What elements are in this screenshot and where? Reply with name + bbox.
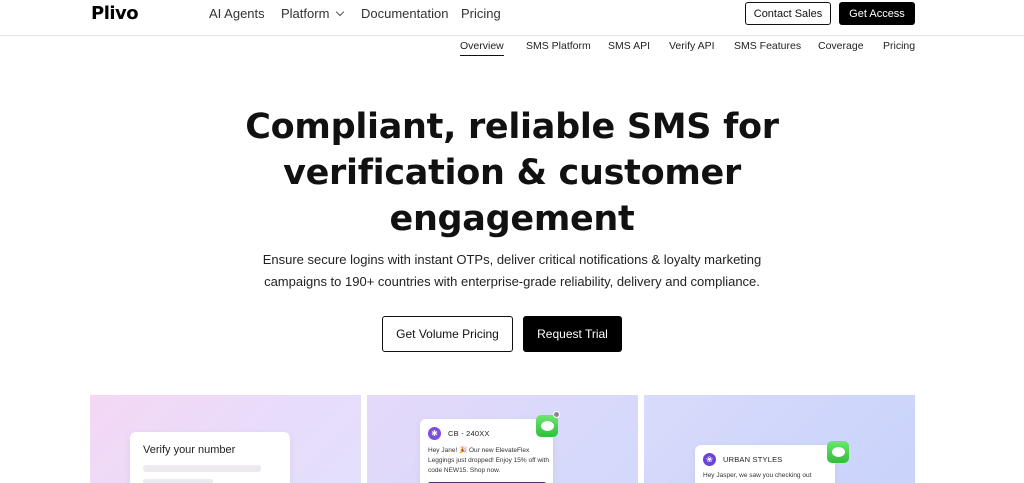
- chevron-down-icon: [336, 7, 345, 17]
- nav-link-pricing[interactable]: Pricing: [461, 6, 501, 21]
- hero-title: Compliant, reliable SMS for verification…: [0, 104, 1024, 242]
- request-trial-button[interactable]: Request Trial: [523, 316, 622, 352]
- get-access-button[interactable]: Get Access: [839, 2, 915, 25]
- sms-message-header: ✱ CB - 240XX: [428, 427, 490, 440]
- input-placeholder-bar: [143, 479, 213, 483]
- subnav-item-pricing[interactable]: Pricing: [883, 40, 915, 52]
- contact-sales-button[interactable]: Contact Sales: [745, 2, 831, 25]
- hero-subtitle-line-1: Ensure secure logins with instant OTPs, …: [262, 252, 762, 267]
- sender-name: CB - 240XX: [448, 429, 490, 438]
- hero-title-line-2: verification & customer: [283, 153, 741, 193]
- sender-avatar-icon: ❀: [703, 453, 716, 466]
- subnav-item-overview[interactable]: Overview: [460, 40, 504, 56]
- promo-sms-card: ✱ CB - 240XX Hey Jane! 🎉 Our new Elevate…: [367, 395, 638, 483]
- nav-link-platform[interactable]: Platform: [281, 6, 345, 21]
- sms-message-header: ❀ URBAN STYLES: [703, 453, 783, 466]
- subnav-item-sms-features[interactable]: SMS Features: [734, 40, 801, 52]
- subnav-item-sms-api[interactable]: SMS API: [608, 40, 650, 52]
- hero-title-line-1: Compliant, reliable SMS for: [245, 107, 779, 147]
- sub-nav: Overview SMS Platform SMS API Verify API…: [0, 40, 1024, 58]
- subnav-item-sms-platform[interactable]: SMS Platform: [526, 40, 591, 52]
- hero-subtitle: Ensure secure logins with instant OTPs, …: [0, 249, 1024, 293]
- nav-link-platform-label: Platform: [281, 6, 330, 21]
- hero-title-line-3: engagement: [389, 199, 635, 239]
- verify-panel: Verify your number: [130, 432, 290, 483]
- sender-avatar-icon: ✱: [428, 427, 441, 440]
- subnav-item-coverage[interactable]: Coverage: [818, 40, 864, 52]
- brand-sms-card: ❀ URBAN STYLES Hey Jasper, we saw you ch…: [644, 395, 915, 483]
- verify-card: Verify your number: [90, 395, 361, 483]
- nav-link-documentation[interactable]: Documentation: [361, 6, 448, 21]
- sms-message: ❀ URBAN STYLES Hey Jasper, we saw you ch…: [695, 445, 835, 483]
- notification-dot-icon: [553, 411, 560, 418]
- imessage-icon: [827, 441, 849, 463]
- subnav-item-verify-api[interactable]: Verify API: [669, 40, 715, 52]
- hero-subtitle-line-2: campaigns to 190+ countries with enterpr…: [264, 274, 760, 289]
- sms-message-body: Hey Jane! 🎉 Our new ElevateFlex Leggings…: [428, 447, 549, 474]
- plivo-logo[interactable]: Plivo: [91, 3, 139, 24]
- get-volume-pricing-button[interactable]: Get Volume Pricing: [382, 316, 513, 352]
- nav-link-ai-agents[interactable]: AI Agents: [209, 6, 265, 21]
- verify-title: Verify your number: [143, 444, 236, 456]
- sms-message: ✱ CB - 240XX Hey Jane! 🎉 Our new Elevate…: [420, 419, 553, 483]
- imessage-icon: [536, 415, 558, 437]
- phone-input-placeholder: [143, 465, 261, 472]
- top-nav: Plivo AI Agents Platform Documentation P…: [0, 0, 1024, 36]
- sms-message-body: Hey Jasper, we saw you checking out: [703, 472, 812, 479]
- sender-name: URBAN STYLES: [723, 455, 783, 464]
